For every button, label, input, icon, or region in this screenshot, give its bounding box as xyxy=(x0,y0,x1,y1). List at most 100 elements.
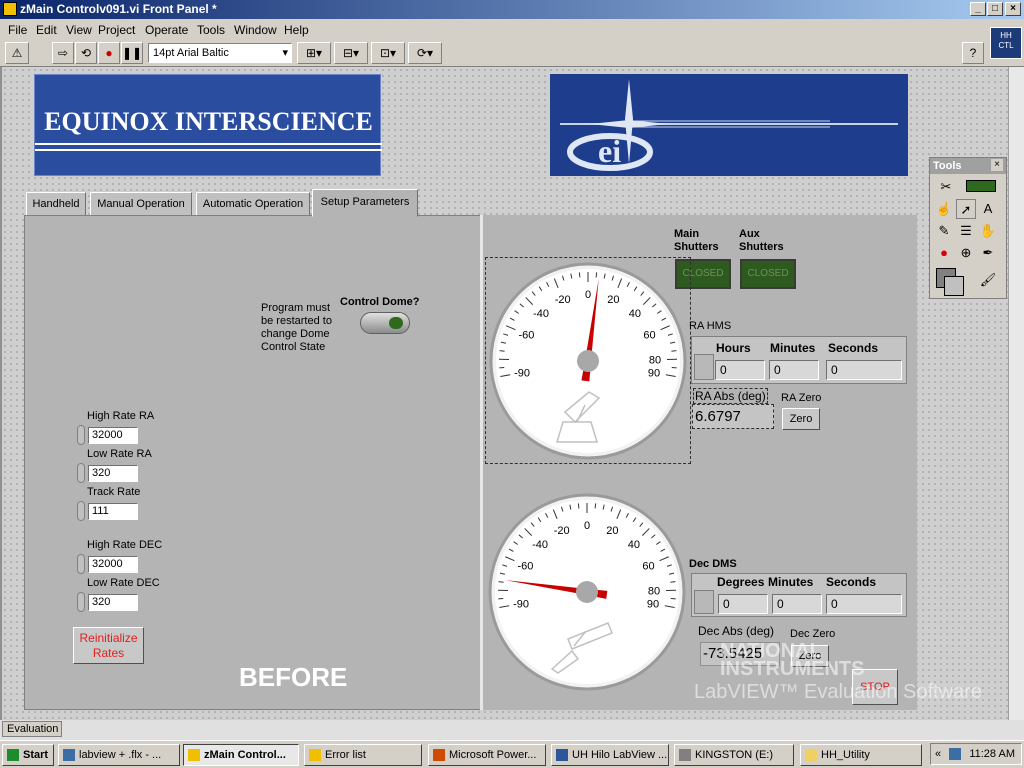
task-error-list[interactable]: Error list xyxy=(304,744,422,766)
labview-icon xyxy=(309,749,321,761)
resize-objects-icon[interactable]: ⊡▾ xyxy=(371,42,405,64)
horizontal-scrollbar[interactable] xyxy=(0,720,1024,740)
taskbar: Start labview + .flx - ... zMain Control… xyxy=(0,740,1024,768)
task-kingston[interactable]: KINGSTON (E:) xyxy=(674,744,794,766)
task-word[interactable]: UH Hilo LabView ... xyxy=(551,744,669,766)
color-picker-icon[interactable]: ✒ xyxy=(978,243,998,263)
dec-zero-button[interactable]: Zero xyxy=(791,645,829,667)
menu-help[interactable]: Help xyxy=(284,22,309,38)
low-rate-ra-spinner[interactable] xyxy=(77,463,85,483)
menu-tools[interactable]: Tools xyxy=(197,22,225,38)
run-continuous-icon[interactable]: ⟲ xyxy=(75,42,97,64)
align-objects-icon[interactable]: ⊞▾ xyxy=(297,42,331,64)
distribute-objects-icon[interactable]: ⊟▾ xyxy=(334,42,368,64)
menu-view[interactable]: View xyxy=(66,22,92,38)
low-rate-dec-input[interactable]: 320 xyxy=(88,594,138,611)
menu-operate[interactable]: Operate xyxy=(145,22,188,38)
ra-hours-value: 0 xyxy=(715,360,765,380)
dec-cluster-index xyxy=(694,590,714,614)
aux-shutters-led: CLOSED xyxy=(740,259,796,289)
tab-handheld[interactable]: Handheld xyxy=(26,192,86,216)
menu-file[interactable]: File xyxy=(8,22,27,38)
dec-seconds-value: 0 xyxy=(826,594,902,614)
aux-shutters-label: Aux Shutters xyxy=(739,228,784,253)
low-rate-ra-input[interactable]: 320 xyxy=(88,465,138,482)
warning-icon[interactable]: ⚠ xyxy=(5,42,29,64)
gauge-tick-label: 80 xyxy=(648,586,660,598)
task-hh-utility[interactable]: HH_Utility xyxy=(800,744,922,766)
maximize-button[interactable]: □ xyxy=(987,2,1003,16)
high-rate-dec-spinner[interactable] xyxy=(77,554,85,574)
abort-icon[interactable]: ● xyxy=(98,42,120,64)
track-rate-input[interactable]: 111 xyxy=(88,503,138,520)
dec-minutes-value: 0 xyxy=(772,594,822,614)
context-help-button[interactable]: ? xyxy=(962,42,984,64)
ra-gauge: -90 -60 -40 -20 0 20 4060 8090 xyxy=(489,262,687,460)
task-label: zMain Control... xyxy=(204,749,286,761)
gauge-tick-label: 40 xyxy=(628,539,640,551)
start-button[interactable]: Start xyxy=(2,744,54,766)
stop-button[interactable]: STOP xyxy=(852,669,898,705)
gauge-tick-label: 60 xyxy=(643,329,655,341)
gauge-tick-label: -60 xyxy=(519,329,535,341)
minimize-button[interactable]: _ xyxy=(970,2,986,16)
breakpoint-icon[interactable]: ● xyxy=(934,243,954,263)
color-bg-swatch[interactable] xyxy=(944,276,964,296)
control-dome-toggle[interactable] xyxy=(360,312,410,334)
track-rate-label: Track Rate xyxy=(87,486,141,498)
menu-edit[interactable]: Edit xyxy=(36,22,57,38)
pause-icon[interactable]: ❚❚ xyxy=(121,42,143,64)
dec-zero-label: Dec Zero xyxy=(790,628,836,640)
auto-select-led-icon[interactable] xyxy=(966,180,996,192)
coloring-brush-icon[interactable]: 🖌 xyxy=(978,270,998,290)
svg-text:ei: ei xyxy=(598,133,621,169)
operate-hand-icon[interactable]: ☝ xyxy=(934,199,954,219)
gauge-tick xyxy=(498,581,504,583)
dec-seconds-header: Seconds xyxy=(826,575,877,589)
menu-window[interactable]: Window xyxy=(234,22,277,38)
reorder-icon[interactable]: ⟳▾ xyxy=(408,42,442,64)
shortcut-menu-icon[interactable]: ☰ xyxy=(956,221,976,241)
high-rate-ra-label: High Rate RA xyxy=(87,410,155,422)
ra-minutes-value: 0 xyxy=(769,360,819,380)
automatic-tool-icon[interactable]: ✂ xyxy=(936,177,956,197)
run-arrow-icon[interactable]: ⇨ xyxy=(52,42,74,64)
low-rate-dec-spinner[interactable] xyxy=(77,592,85,612)
dec-abs-label: Dec Abs (deg) xyxy=(698,624,775,638)
high-rate-ra-spinner[interactable] xyxy=(77,425,85,445)
tab-manual-operation[interactable]: Manual Operation xyxy=(90,192,192,216)
close-button[interactable]: × xyxy=(1005,2,1021,16)
tab-automatic-operation[interactable]: Automatic Operation xyxy=(196,192,310,216)
high-rate-dec-input[interactable]: 32000 xyxy=(88,556,138,573)
vi-icon-text-2: CTL xyxy=(998,41,1014,50)
start-label: Start xyxy=(23,749,49,761)
tools-close-icon[interactable]: × xyxy=(991,159,1003,171)
task-powerpoint[interactable]: Microsoft Power... xyxy=(428,744,546,766)
tab-setup-parameters[interactable]: Setup Parameters xyxy=(312,189,418,217)
high-rate-ra-input[interactable]: 32000 xyxy=(88,427,138,444)
track-rate-spinner[interactable] xyxy=(77,501,85,521)
vertical-scrollbar[interactable] xyxy=(1008,67,1024,720)
font-selector[interactable]: 14pt Arial Baltic ▾ xyxy=(148,43,292,63)
window-titlebar: zMain Controlv091.vi Front Panel * _ □ × xyxy=(0,0,1024,19)
position-arrow-icon[interactable]: ➚ xyxy=(956,199,976,219)
task-zmain-control[interactable]: zMain Control... xyxy=(183,744,299,766)
tray-expand-icon[interactable]: « xyxy=(935,744,941,764)
labview-app-icon xyxy=(3,2,17,16)
menubar: File Edit View Project Operate Tools Win… xyxy=(0,19,1024,39)
text-tool-icon[interactable]: A xyxy=(978,199,998,219)
menu-project[interactable]: Project xyxy=(98,22,135,38)
wiring-tool-icon[interactable]: ✎ xyxy=(934,221,954,241)
network-icon[interactable] xyxy=(949,748,961,760)
ie-icon xyxy=(63,749,75,761)
scroll-hand-icon[interactable]: ✋ xyxy=(978,221,998,241)
reinitialize-rates-button[interactable]: Reinitialize Rates xyxy=(73,627,144,664)
task-labview-flx[interactable]: labview + .flx - ... xyxy=(58,744,180,766)
gauge-tick-label: 40 xyxy=(629,308,641,320)
probe-icon[interactable]: ⊕ xyxy=(956,243,976,263)
banner-stripe xyxy=(35,149,382,151)
windows-flag-icon xyxy=(7,749,19,761)
ra-zero-button[interactable]: Zero xyxy=(782,408,820,430)
tools-palette: Tools × ✂ ☝ ➚ A ✎ ☰ ✋ ● ⊕ ✒ 🖌 xyxy=(929,157,1007,299)
task-label: Error list xyxy=(325,749,366,761)
